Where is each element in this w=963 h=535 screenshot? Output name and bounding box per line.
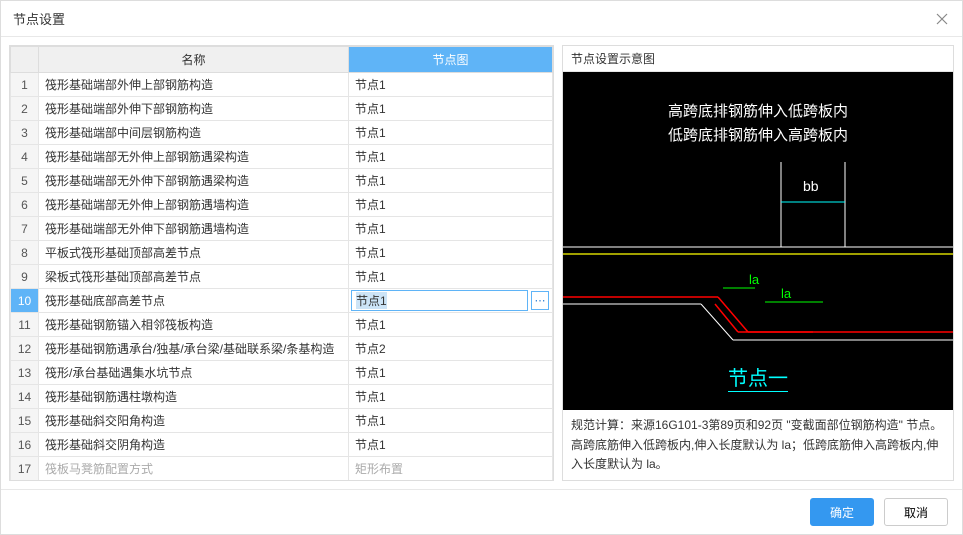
node-diagram: 高跨底排钢筋伸入低跨板内 低跨底排钢筋伸入高跨板内 bb la la 节点一 <box>563 72 953 410</box>
row-name: 筏形基础端部无外伸上部钢筋遇梁构造 <box>39 145 349 169</box>
table-row[interactable]: 9梁板式筏形基础顶部高差节点节点1 <box>11 265 553 289</box>
dialog-footer: 确定 取消 <box>1 489 962 534</box>
row-value[interactable]: 节点1 <box>349 385 553 409</box>
row-value[interactable]: 节点1 <box>349 313 553 337</box>
diagram-label-la2: la <box>781 286 791 301</box>
row-name: 筏形基础斜交阴角构造 <box>39 433 349 457</box>
table-row[interactable]: 14筏形基础钢筋遇柱墩构造节点1 <box>11 385 553 409</box>
row-name: 平板式筏形基础顶部高差节点 <box>39 241 349 265</box>
row-value[interactable]: 节点1 <box>349 97 553 121</box>
row-value[interactable]: 节点1 <box>349 241 553 265</box>
table-row[interactable]: 6筏形基础端部无外伸上部钢筋遇墙构造节点1 <box>11 193 553 217</box>
row-value[interactable]: 矩形布置 <box>349 457 553 481</box>
title-bar: 节点设置 <box>1 1 962 37</box>
table-row[interactable]: 16筏形基础斜交阴角构造节点1 <box>11 433 553 457</box>
row-value[interactable]: 节点2 <box>349 337 553 361</box>
row-index: 10 <box>11 289 39 313</box>
table-row[interactable]: 5筏形基础端部无外伸下部钢筋遇梁构造节点1 <box>11 169 553 193</box>
value-editor[interactable]: 节点1 <box>351 290 528 311</box>
table-row[interactable]: 10筏形基础底部高差节点节点1⋯ <box>11 289 553 313</box>
row-name: 筏形基础端部无外伸下部钢筋遇梁构造 <box>39 169 349 193</box>
table-row[interactable]: 1筏形基础端部外伸上部钢筋构造节点1 <box>11 73 553 97</box>
row-index: 13 <box>11 361 39 385</box>
table-row[interactable]: 3筏形基础端部中间层钢筋构造节点1 <box>11 121 553 145</box>
row-index: 9 <box>11 265 39 289</box>
cancel-button[interactable]: 取消 <box>884 498 948 526</box>
row-index: 18 <box>11 481 39 482</box>
row-value[interactable]: 矩形布置 <box>349 481 553 482</box>
row-name: 梁板式筏形基础顶部高差节点 <box>39 265 349 289</box>
row-value[interactable]: 节点1 <box>349 193 553 217</box>
row-name: 筏形基础钢筋锚入相邻筏板构造 <box>39 313 349 337</box>
ellipsis-icon[interactable]: ⋯ <box>531 291 549 310</box>
table-row[interactable]: 15筏形基础斜交阳角构造节点1 <box>11 409 553 433</box>
row-name: 筏形基础底部高差节点 <box>39 289 349 313</box>
row-value[interactable]: 节点1 <box>349 121 553 145</box>
diagram-text-2: 低跨底排钢筋伸入高跨板内 <box>668 124 848 145</box>
diagram-node-name: 节点一 <box>728 362 788 392</box>
row-name: 筏形基础端部中间层钢筋构造 <box>39 121 349 145</box>
diagram-label-la1: la <box>749 272 759 287</box>
row-name: 筏形基础端部外伸下部钢筋构造 <box>39 97 349 121</box>
preview-description: 规范计算：来源16G101-3第89页和92页 "变截面部位钢筋构造" 节点。高… <box>563 410 953 480</box>
table-row[interactable]: 17筏板马凳筋配置方式矩形布置 <box>11 457 553 481</box>
row-value[interactable]: 节点1 <box>349 409 553 433</box>
table-row[interactable]: 7筏形基础端部无外伸下部钢筋遇墙构造节点1 <box>11 217 553 241</box>
row-name: 筏形基础斜交阳角构造 <box>39 409 349 433</box>
row-name: 筏形基础端部外伸上部钢筋构造 <box>39 73 349 97</box>
row-name: 筏形基础钢筋遇柱墩构造 <box>39 385 349 409</box>
row-index: 14 <box>11 385 39 409</box>
row-value[interactable]: 节点1 <box>349 145 553 169</box>
table-row[interactable]: 12筏形基础钢筋遇承台/独基/承台梁/基础联系梁/条基构造节点2 <box>11 337 553 361</box>
table-row[interactable]: 11筏形基础钢筋锚入相邻筏板构造节点1 <box>11 313 553 337</box>
col-index <box>11 47 39 73</box>
diagram-text-1: 高跨底排钢筋伸入低跨板内 <box>668 100 848 121</box>
dialog-title: 节点设置 <box>13 9 65 28</box>
row-name: 筏形基础端部无外伸下部钢筋遇墙构造 <box>39 217 349 241</box>
table-row[interactable]: 8平板式筏形基础顶部高差节点节点1 <box>11 241 553 265</box>
close-icon[interactable] <box>934 11 950 27</box>
row-index: 6 <box>11 193 39 217</box>
row-name: 筏板拉筋配置方式 <box>39 481 349 482</box>
row-value[interactable]: 节点1 <box>349 361 553 385</box>
table-row[interactable]: 18筏板拉筋配置方式矩形布置 <box>11 481 553 482</box>
row-value[interactable]: 节点1 <box>349 73 553 97</box>
node-settings-dialog: 节点设置 名称 节点图 1筏形基础端部外伸上部钢筋构造节点12筏形基础端部外伸下… <box>0 0 963 535</box>
row-index: 5 <box>11 169 39 193</box>
row-index: 7 <box>11 217 39 241</box>
ok-button[interactable]: 确定 <box>810 498 874 526</box>
diagram-label-bb: bb <box>803 178 819 194</box>
row-index: 1 <box>11 73 39 97</box>
table-row[interactable]: 4筏形基础端部无外伸上部钢筋遇梁构造节点1 <box>11 145 553 169</box>
row-name: 筏形/承台基础遇集水坑节点 <box>39 361 349 385</box>
row-value[interactable]: 节点1 <box>349 433 553 457</box>
row-index: 11 <box>11 313 39 337</box>
preview-panel: 节点设置示意图 <box>562 45 954 481</box>
row-value[interactable]: 节点1 <box>349 217 553 241</box>
table-row[interactable]: 2筏形基础端部外伸下部钢筋构造节点1 <box>11 97 553 121</box>
row-index: 2 <box>11 97 39 121</box>
row-name: 筏板马凳筋配置方式 <box>39 457 349 481</box>
row-value[interactable]: 节点1⋯ <box>349 289 553 313</box>
row-index: 4 <box>11 145 39 169</box>
row-index: 16 <box>11 433 39 457</box>
table-row[interactable]: 13筏形/承台基础遇集水坑节点节点1 <box>11 361 553 385</box>
row-index: 15 <box>11 409 39 433</box>
row-name: 筏形基础端部无外伸上部钢筋遇墙构造 <box>39 193 349 217</box>
preview-header: 节点设置示意图 <box>563 46 953 72</box>
col-node[interactable]: 节点图 <box>349 47 553 73</box>
row-value[interactable]: 节点1 <box>349 169 553 193</box>
node-table: 名称 节点图 1筏形基础端部外伸上部钢筋构造节点12筏形基础端部外伸下部钢筋构造… <box>10 46 553 481</box>
row-value[interactable]: 节点1 <box>349 265 553 289</box>
col-name[interactable]: 名称 <box>39 47 349 73</box>
row-name: 筏形基础钢筋遇承台/独基/承台梁/基础联系梁/条基构造 <box>39 337 349 361</box>
row-index: 17 <box>11 457 39 481</box>
dialog-body: 名称 节点图 1筏形基础端部外伸上部钢筋构造节点12筏形基础端部外伸下部钢筋构造… <box>1 37 962 489</box>
row-index: 12 <box>11 337 39 361</box>
diagram-svg <box>563 72 953 402</box>
table-panel: 名称 节点图 1筏形基础端部外伸上部钢筋构造节点12筏形基础端部外伸下部钢筋构造… <box>9 45 554 481</box>
row-index: 8 <box>11 241 39 265</box>
row-index: 3 <box>11 121 39 145</box>
